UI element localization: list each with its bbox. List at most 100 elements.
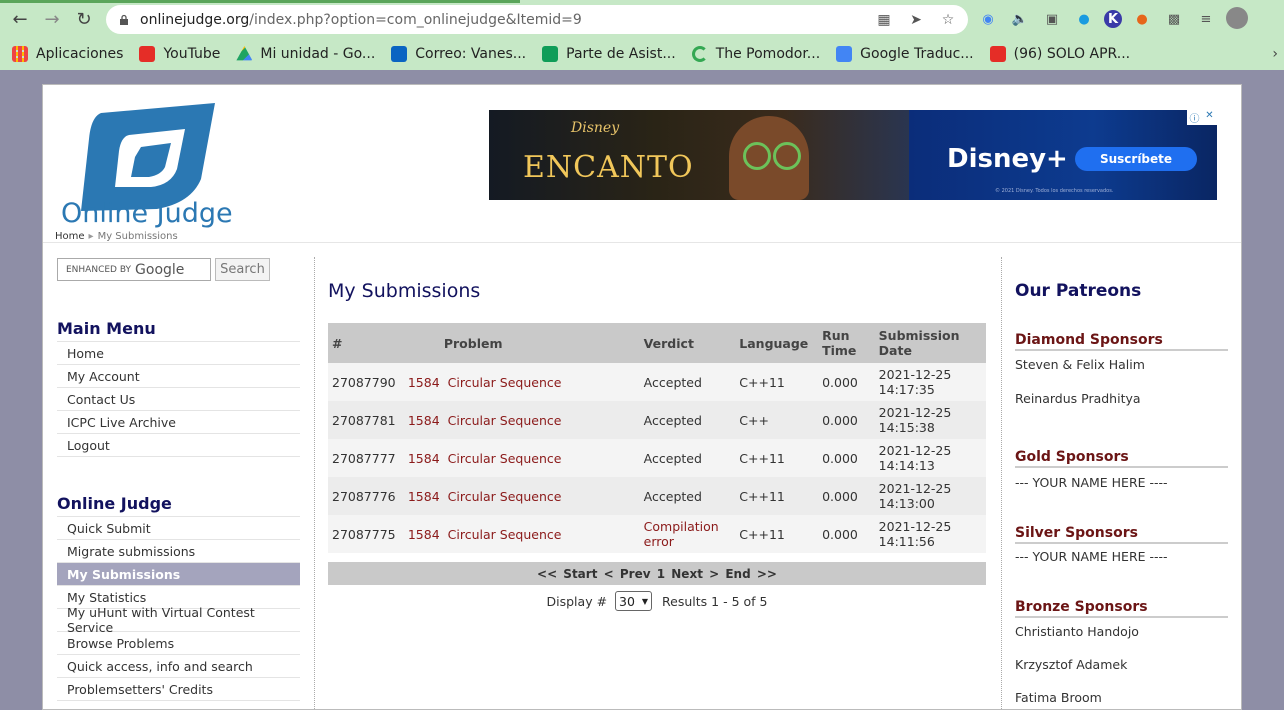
ad-close-icon[interactable]: ✕ — [1202, 110, 1217, 125]
sponsor-name: Reinardus Pradhitya — [1015, 391, 1141, 406]
ad-info-icon[interactable]: ⓘ — [1187, 110, 1202, 125]
camera-ext-icon[interactable]: ▣ — [1040, 7, 1064, 31]
problem-name-link[interactable]: Circular Sequence — [444, 515, 640, 553]
forward-icon[interactable]: → — [38, 5, 66, 33]
page-container: Online Judge Home ▸ My Submissions Disney … — [42, 84, 1242, 710]
address-bar[interactable]: onlinejudge.org/index.php?option=com_onl… — [106, 5, 968, 34]
table-row: 27087781 1584 Circular Sequence Accepted… — [328, 401, 986, 439]
playlist-icon[interactable]: ≡ — [1194, 7, 1218, 31]
problem-name-link[interactable]: Circular Sequence — [444, 401, 640, 439]
menu-item-contact-us[interactable]: Contact Us — [57, 388, 300, 411]
problem-id-link[interactable]: 1584 — [404, 401, 444, 439]
search-input[interactable]: ENHANCED BY Google — [57, 258, 211, 281]
bookmark-outlook[interactable]: Correo: Vanes... — [391, 46, 526, 62]
patreons-title: Our Patreons — [1015, 281, 1142, 301]
sponsor-name: Steven & Felix Halim — [1015, 357, 1145, 372]
send-icon[interactable]: ➤ — [906, 10, 926, 30]
header-id: # — [332, 335, 343, 351]
verdict-compilation-error-link[interactable]: Compilation error — [640, 515, 736, 553]
menu-item-migrate-submissions[interactable]: Migrate submissions — [57, 540, 300, 563]
bookmark-translate[interactable]: Google Traduc... — [836, 46, 974, 62]
menu-item-browse-problems[interactable]: Browse Problems — [57, 632, 300, 655]
bookmark-pomodoro[interactable]: The Pomodor... — [691, 46, 820, 62]
ad-subscribe-button[interactable]: Suscríbete — [1075, 147, 1197, 171]
run-time: 0.000 — [822, 488, 858, 504]
puzzle-icon[interactable]: ▩ — [1162, 7, 1186, 31]
right-column-divider — [1001, 257, 1002, 710]
language: C++11 — [739, 450, 785, 466]
logo-text: Online Judge — [61, 198, 233, 229]
bookmark-youtube[interactable]: YouTube — [139, 46, 220, 62]
menu-item-icpc-live-archive[interactable]: ICPC Live Archive — [57, 411, 300, 434]
submissions-table: # Problem Verdict Language Run Time Submi… — [328, 323, 986, 553]
google-translate-ext-icon[interactable]: ◉ — [976, 7, 1000, 31]
display-count-select[interactable]: 30 ▼ — [615, 591, 653, 611]
star-icon[interactable]: ☆ — [938, 10, 958, 30]
table-row: 27087776 1584 Circular Sequence Accepted… — [328, 477, 986, 515]
problem-name-link[interactable]: Circular Sequence — [444, 439, 640, 477]
speaker-ext-icon[interactable]: 🔈 — [1008, 7, 1032, 31]
pager-end-link[interactable]: End >> — [725, 567, 777, 581]
translate-icon — [836, 46, 853, 62]
gold-sponsors-heading: Gold Sponsors — [1015, 449, 1228, 468]
sponsor-name: --- YOUR NAME HERE ---- — [1015, 475, 1168, 490]
verdict: Accepted — [643, 412, 702, 428]
more-bookmarks-icon[interactable]: › — [1272, 46, 1278, 62]
problem-name-link[interactable]: Circular Sequence — [444, 363, 640, 401]
breadcrumb-separator-icon: ▸ — [88, 231, 94, 242]
chevron-down-icon: ▼ — [641, 596, 649, 606]
problem-name-link[interactable]: Circular Sequence — [444, 477, 640, 515]
submission-id: 27087777 — [332, 450, 396, 466]
menu-item-quick-access[interactable]: Quick access, info and search — [57, 655, 300, 678]
main-menu: Home My Account Contact Us ICPC Live Arc… — [57, 341, 300, 457]
capsule-ext-icon[interactable]: ● — [1130, 7, 1154, 31]
pager-start-link[interactable]: << Start — [537, 567, 597, 581]
table-header-row: # Problem Verdict Language Run Time Submi… — [328, 323, 986, 363]
bookmark-youtube-2[interactable]: (96) SOLO APR... — [989, 46, 1130, 62]
menu-item-problemsetters-credits[interactable]: Problemsetters' Credits — [57, 678, 300, 701]
menu-item-uhunt[interactable]: My uHunt with Virtual Contest Service — [57, 605, 300, 635]
run-time: 0.000 — [822, 450, 858, 466]
sponsor-name: --- YOUR NAME HERE ---- — [1015, 549, 1168, 564]
header-divider — [43, 242, 1241, 243]
run-time: 0.000 — [822, 526, 858, 542]
menu-item-quick-submit[interactable]: Quick Submit — [57, 517, 300, 540]
sheet-icon — [542, 46, 559, 62]
menu-item-my-account[interactable]: My Account — [57, 365, 300, 388]
search-button[interactable]: Search — [215, 258, 270, 281]
pager-current-page: 1 — [656, 566, 666, 581]
bookmark-apps[interactable]: Aplicaciones — [12, 46, 123, 62]
droplet-ext-icon[interactable]: ● — [1072, 7, 1096, 31]
breadcrumb: Home ▸ My Submissions — [55, 231, 178, 242]
translate-icon[interactable]: ▦ — [874, 10, 894, 30]
back-icon[interactable]: ← — [6, 5, 34, 33]
ad-movie-title: ENCANTO — [523, 150, 694, 185]
header-language: Language — [739, 335, 809, 351]
pager-prev-link[interactable]: < Prev — [604, 567, 651, 581]
table-row: 27087775 1584 Circular Sequence Compilat… — [328, 515, 986, 553]
problem-id-link[interactable]: 1584 — [404, 439, 444, 477]
problem-id-link[interactable]: 1584 — [404, 515, 444, 553]
pager-next-link[interactable]: Next > — [671, 567, 719, 581]
menu-item-my-submissions[interactable]: My Submissions — [57, 563, 300, 586]
problem-id-link[interactable]: 1584 — [404, 363, 444, 401]
ad-banner[interactable]: Disney ENCANTO Disney+ Suscríbete © 2021… — [489, 110, 1217, 200]
bookmarks-bar: Aplicaciones YouTube Mi unidad - Go... C… — [0, 38, 1284, 70]
avatar[interactable] — [1226, 7, 1248, 29]
bookmark-drive[interactable]: Mi unidad - Go... — [236, 46, 375, 62]
language: C++11 — [739, 488, 785, 504]
table-row: 27087790 1584 Circular Sequence Accepted… — [328, 363, 986, 401]
language: C++11 — [739, 526, 785, 542]
menu-item-logout[interactable]: Logout — [57, 434, 300, 457]
problem-id-link[interactable]: 1584 — [404, 477, 444, 515]
left-column-divider — [314, 257, 315, 710]
menu-item-home[interactable]: Home — [57, 342, 300, 365]
reload-icon[interactable]: ↻ — [70, 5, 98, 33]
run-time: 0.000 — [822, 412, 858, 428]
bookmark-asistencia[interactable]: Parte de Asist... — [542, 46, 676, 62]
pomodoro-icon — [691, 46, 708, 62]
youtube-icon — [139, 46, 156, 62]
k-ext-icon[interactable]: K — [1104, 10, 1122, 28]
breadcrumb-home[interactable]: Home — [55, 231, 85, 242]
drive-icon — [236, 46, 253, 61]
